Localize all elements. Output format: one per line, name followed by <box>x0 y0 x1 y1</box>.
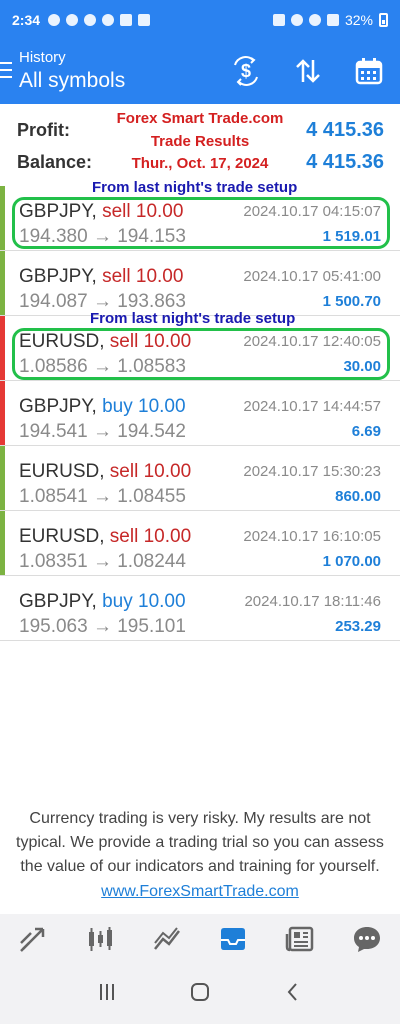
nav-trade[interactable] <box>147 919 187 959</box>
highlight-box <box>12 197 390 249</box>
chat-icon <box>353 927 380 952</box>
chat-bubble-icon <box>120 14 133 26</box>
trade-symbol: EURUSD, <box>19 526 105 547</box>
trade-profit: 253.29 <box>335 618 381 635</box>
notification-icons <box>48 14 151 26</box>
balance-value: 4 415.36 <box>306 151 384 173</box>
quotes-icon <box>20 927 45 952</box>
alarm-icon <box>272 14 285 26</box>
screen: 2:34 32% History All symbols $ Profit: 4… <box>0 0 400 1024</box>
highlight-box <box>12 328 390 380</box>
trade-profit: 1 500.70 <box>322 293 381 310</box>
trade-time: 2024.10.17 16:10:05 <box>243 528 381 545</box>
trade-row[interactable]: EURUSD, sell 10.00 1.08541 → 1.08455 202… <box>0 446 400 511</box>
profit-value: 4 415.36 <box>306 119 384 141</box>
trade-time: 2024.10.17 14:44:57 <box>243 398 381 415</box>
trade-profit: 6.69 <box>351 423 381 440</box>
trade-symbol: GBPJPY, <box>19 591 97 612</box>
trade-prices: 194.541 → 194.542 <box>19 421 186 442</box>
sort-icon <box>296 59 320 83</box>
trade-profit: 1 070.00 <box>322 553 381 570</box>
whatsapp-icon <box>48 14 61 26</box>
result-bar <box>0 381 5 445</box>
back-button[interactable] <box>281 980 305 1009</box>
svg-text:$: $ <box>241 61 251 81</box>
system-icons: 32% <box>272 12 388 28</box>
dollar-swap-icon: $ <box>234 56 258 86</box>
trade-time: 2024.10.17 05:41:00 <box>243 268 381 285</box>
trade-row[interactable]: GBPJPY, buy 10.00 195.063 → 195.101 2024… <box>0 576 400 641</box>
result-bar <box>0 251 5 315</box>
app-bar: History All symbols $ <box>0 40 400 104</box>
trade-side: sell 10.00 <box>102 266 184 287</box>
menu-icon[interactable] <box>0 62 12 78</box>
battery-icon <box>379 13 388 27</box>
signal-icon <box>326 14 339 26</box>
currency-filter-button[interactable]: $ <box>228 54 264 88</box>
trade-time: 2024.10.17 15:30:23 <box>243 463 381 480</box>
telegram-icon <box>66 14 79 26</box>
trade-symbol: GBPJPY, <box>19 266 97 287</box>
messenger-icon <box>102 14 115 26</box>
promo-line-3: Thur., Oct. 17, 2024 <box>131 155 269 172</box>
trade-time: 2024.10.17 18:11:46 <box>244 593 381 610</box>
trade-prices: 1.08351 → 1.08244 <box>19 551 186 572</box>
messenger-icon <box>84 14 97 26</box>
trade-side: buy 10.00 <box>102 396 186 417</box>
trade-row[interactable]: EURUSD, sell 10.00 1.08351 → 1.08244 202… <box>0 511 400 576</box>
trade-symbol: EURUSD, <box>19 461 105 482</box>
status-bar: 2:34 32% <box>0 0 400 40</box>
status-time: 2:34 <box>12 12 41 28</box>
result-bar <box>0 511 5 575</box>
profit-label: Profit: <box>17 120 70 140</box>
tools-icon <box>138 14 151 26</box>
calendar-button[interactable] <box>351 54 387 88</box>
wifi-icon <box>308 14 321 26</box>
promo-line-1: Forex Smart Trade.com <box>116 110 284 127</box>
mute-icon <box>290 14 303 26</box>
annotation-note: From last night's trade setup <box>90 310 296 327</box>
disclaimer-text: Currency trading is very risky. My resul… <box>16 810 384 875</box>
result-bar <box>0 316 5 380</box>
screen-subtitle: History <box>19 49 66 66</box>
nav-chart[interactable] <box>80 919 120 959</box>
system-nav-bar <box>0 964 400 1024</box>
trade-prices: 195.063 → 195.101 <box>19 616 186 637</box>
trade-row[interactable]: GBPJPY, sell 10.00 194.087 → 193.863 202… <box>0 251 400 316</box>
nav-chat[interactable] <box>347 919 387 959</box>
website-link[interactable]: www.ForexSmartTrade.com <box>0 883 400 901</box>
result-bar <box>0 446 5 510</box>
annotation-note: From last night's trade setup <box>92 179 298 196</box>
recent-apps-icon <box>99 983 114 1000</box>
trade-side: sell 10.00 <box>109 461 192 482</box>
nav-news[interactable] <box>280 919 320 959</box>
screen-title[interactable]: All symbols <box>19 69 125 93</box>
trade-history-list: GBPJPY, sell 10.00 194.380 → 194.153 202… <box>0 186 400 641</box>
trade-symbol: GBPJPY, <box>19 396 97 417</box>
home-button[interactable] <box>188 980 212 1009</box>
trade-profit: 860.00 <box>335 488 381 505</box>
sort-button[interactable] <box>290 54 326 88</box>
trade-prices: 1.08541 → 1.08455 <box>19 486 186 507</box>
trade-side: buy 10.00 <box>102 591 186 612</box>
result-bar <box>0 576 5 640</box>
recent-apps-button[interactable] <box>95 980 119 1009</box>
trade-side: sell 10.00 <box>109 526 192 547</box>
calendar-icon <box>355 58 383 85</box>
home-icon <box>190 982 209 1001</box>
news-icon <box>285 926 314 952</box>
result-bar <box>0 186 5 250</box>
bottom-nav <box>0 914 400 964</box>
nav-quotes[interactable] <box>13 919 53 959</box>
back-icon <box>287 982 298 1001</box>
nav-history[interactable] <box>213 919 253 959</box>
chart-icon <box>88 927 112 951</box>
battery-percent: 32% <box>344 12 373 28</box>
history-icon <box>221 928 246 950</box>
trade-row[interactable]: GBPJPY, buy 10.00 194.541 → 194.542 2024… <box>0 381 400 446</box>
promo-line-2: Trade Results <box>150 133 250 150</box>
balance-label: Balance: <box>17 152 93 172</box>
account-summary: Profit: 4 415.36 Balance: 4 415.36 Forex… <box>0 104 400 186</box>
trade-icon <box>153 927 180 950</box>
